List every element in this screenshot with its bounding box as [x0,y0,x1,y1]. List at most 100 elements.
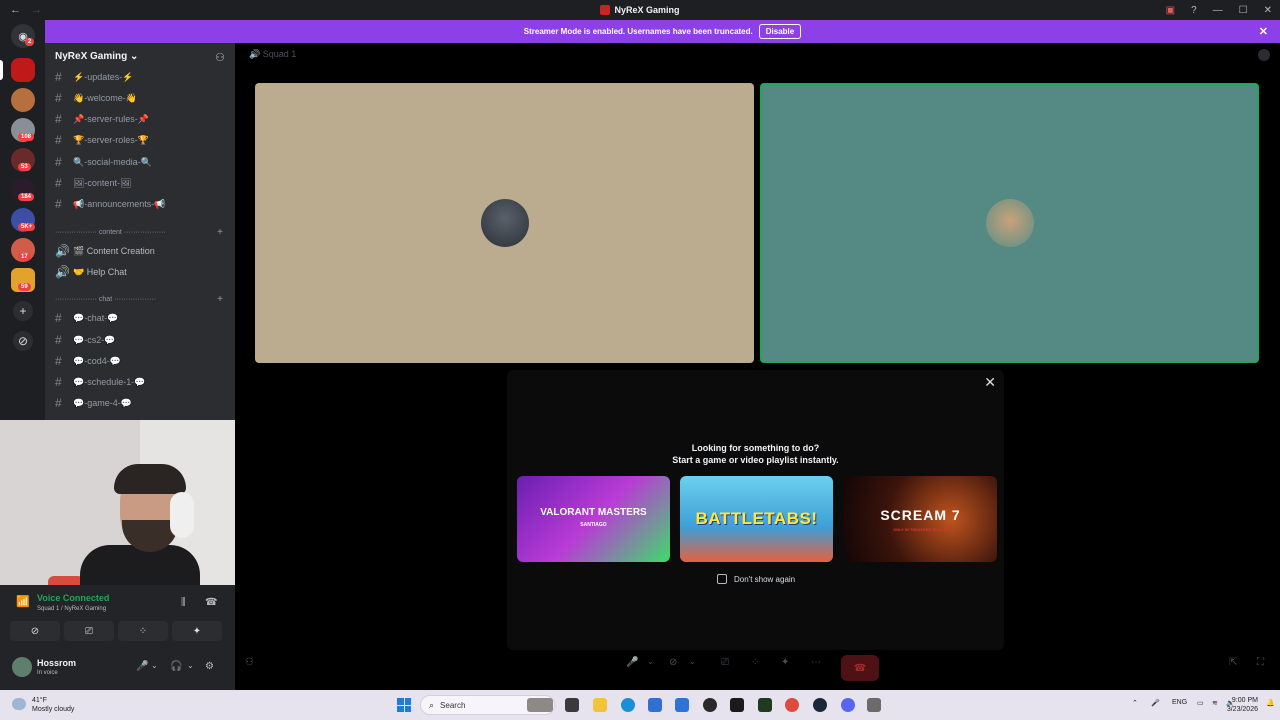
notification-icon[interactable]: 🔔 [1266,699,1275,707]
help-icon[interactable]: ? [1191,5,1197,16]
settings-gear-icon[interactable]: ⚙ [205,661,214,672]
voice-location[interactable]: Squad 1 / NyReX Gaming [37,606,106,612]
chevron-down-icon[interactable]: ⌄ [187,661,194,670]
avatar[interactable] [12,657,32,677]
screen-share-button[interactable]: ⎚ [64,621,114,641]
maximize-icon[interactable]: ☐ [1239,5,1248,16]
participant-tile-speaking[interactable] [760,83,1259,363]
add-channel-icon[interactable]: + [217,294,223,305]
more-icon[interactable]: ⋯ [811,657,821,668]
server-icon[interactable] [11,88,35,112]
app-icon[interactable] [758,698,772,712]
camera-off-icon[interactable]: ⊘ [669,657,677,668]
discover-icon[interactable]: ⊘ [13,331,33,351]
steam-icon[interactable] [813,698,827,712]
activity-card-battletabs[interactable]: BATTLETABS! [680,476,833,562]
voice-stage: 🔊 Squad 1 ✕ Looking for something to do?… [235,43,1280,690]
widgets-app-icon[interactable] [527,698,553,712]
screen-share-icon[interactable]: ⎚ [721,657,729,668]
disconnect-icon[interactable]: ☎ [205,597,217,608]
discord-icon[interactable] [841,698,855,712]
server-badge: 108 [18,133,35,141]
voice-channel-item[interactable]: 🔊 🤝 Help Chat [55,263,127,281]
channel-item[interactable]: # 👋-welcome-👋 [55,89,137,107]
camera-off-button[interactable]: ⊘ [10,621,60,641]
add-server-icon[interactable]: + [13,301,33,321]
minimize-icon[interactable]: — [1213,5,1223,16]
app-icon[interactable] [867,698,881,712]
tray-wifi-icon[interactable]: ≋ [1212,699,1218,707]
language-indicator[interactable]: ENG [1172,699,1187,706]
mail-icon[interactable] [675,698,689,712]
server-icon[interactable] [11,58,35,82]
channel-item[interactable]: # 💬-schedule-1-💬 [55,373,145,391]
add-channel-icon[interactable]: + [217,227,223,238]
channel-item[interactable]: # 💬-cod4-💬 [55,352,121,370]
disable-button[interactable]: Disable [758,24,802,39]
channel-item[interactable]: # 🖼-content-🖼 [55,174,131,192]
file-explorer-icon[interactable] [593,698,607,712]
chrome-icon[interactable] [785,698,799,712]
speaker-icon: 🔊 [55,265,70,279]
chevron-down-icon[interactable]: ⌄ [647,657,654,666]
store-icon[interactable] [648,698,662,712]
chevron-down-icon[interactable]: ⌄ [151,661,158,670]
server-name-header[interactable]: NyReX Gaming ⌄ [55,51,138,62]
stage-channel-name: 🔊 Squad 1 [249,49,297,59]
window-title: NyReX Gaming [0,5,1280,15]
popout-icon[interactable]: ⇱ [1229,657,1237,668]
hash-icon: # [55,333,62,347]
weather-cloud-icon[interactable] [12,698,26,710]
close-window-icon[interactable]: ✕ [1264,5,1272,16]
channel-item[interactable]: # ⚡-updates-⚡ [55,68,133,86]
activity-card-valorant[interactable]: VALORANT MASTERS SANTIAGO [517,476,670,562]
edge-browser-icon[interactable] [621,698,635,712]
signal-icon[interactable]: 📶 [16,595,30,608]
dont-show-checkbox[interactable] [717,574,727,584]
category-header-content[interactable]: ·················· content ·············… [55,229,166,236]
soundboard-button[interactable]: ✦ [172,621,222,641]
participants-icon[interactable]: ⚇ [245,657,254,668]
voice-channel-item[interactable]: 🔊 🎬 Content Creation [55,242,155,260]
nvidia-icon[interactable] [730,698,744,712]
channel-item[interactable]: # 💬-game-4-💬 [55,394,132,412]
inbox-icon[interactable]: ▣ [1166,5,1175,16]
system-clock[interactable]: 9:00 PM 3/23/2026 [1227,696,1258,714]
category-header-chat[interactable]: ·················· chat ················… [55,296,156,303]
tray-chevron-icon[interactable]: ⌃ [1132,699,1138,707]
activities-icon[interactable]: ⁘ [751,657,759,668]
headphones-icon[interactable]: 🎧 [170,661,182,672]
participant-tile[interactable] [255,83,754,363]
app-icon[interactable] [703,698,717,712]
microphone-icon[interactable]: 🎤 [626,657,638,668]
hash-icon: # [55,176,62,190]
end-call-button[interactable]: ☎ [841,655,879,681]
soundboard-icon[interactable]: ✦ [781,657,789,668]
chat-bubble-icon[interactable] [1258,49,1270,61]
channel-item[interactable]: # 🏆-server-roles-🏆 [55,131,149,149]
channel-item[interactable]: # 🔍-social-media-🔍 [55,153,152,171]
close-icon[interactable]: ✕ [984,374,996,391]
microphone-icon[interactable]: 🎤 [136,661,148,672]
channel-item[interactable]: # 💬-chat-💬 [55,309,118,327]
activities-button[interactable]: ⁘ [118,621,168,641]
hash-icon: # [55,155,62,169]
dont-show-again[interactable]: Don't show again [717,574,795,584]
tray-display-icon[interactable]: ▭ [1197,699,1204,707]
participant-avatar [985,199,1034,247]
invite-people-icon[interactable]: ⚇ [215,51,225,64]
windows-start-icon[interactable] [397,698,411,712]
channel-item[interactable]: # 💬-cs2-💬 [55,331,115,349]
banner-close-icon[interactable]: ✕ [1259,25,1268,38]
tray-microphone-icon[interactable]: 🎤 [1151,699,1160,707]
noise-suppression-icon[interactable]: ⫼ [181,597,186,608]
activity-card-scream[interactable]: SCREAM 7 ONLY IN THEATERS 02.27.26 [844,476,997,562]
task-view-icon[interactable] [565,698,579,712]
chevron-down-icon[interactable]: ⌄ [689,657,696,666]
server-badge: 59 [18,283,31,291]
weather-widget[interactable]: 41°F Mostly cloudy [32,696,74,714]
channel-item[interactable]: # 📌-server-rules-📌 [55,110,149,128]
activity-launcher: ✕ Looking for something to do? Start a g… [507,370,1004,650]
fullscreen-icon[interactable]: ⛶ [1257,657,1264,668]
channel-item[interactable]: # 📢-announcements-📢 [55,195,165,213]
